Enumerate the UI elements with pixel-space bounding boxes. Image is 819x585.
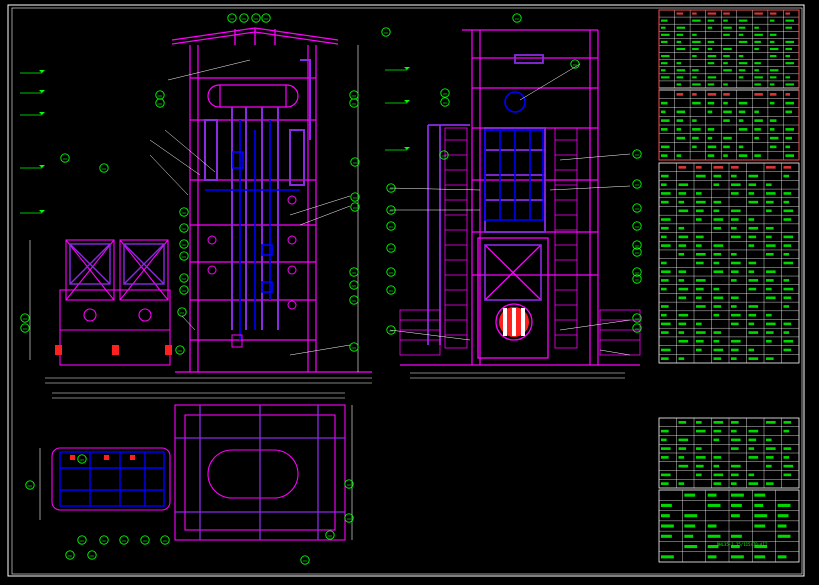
furnace-door (495, 303, 533, 341)
drawing-number: DHL35-1.25/115/70-AII (717, 542, 768, 547)
cad-drawing-canvas: DHL35-1.25/115/70-AII (0, 0, 819, 585)
